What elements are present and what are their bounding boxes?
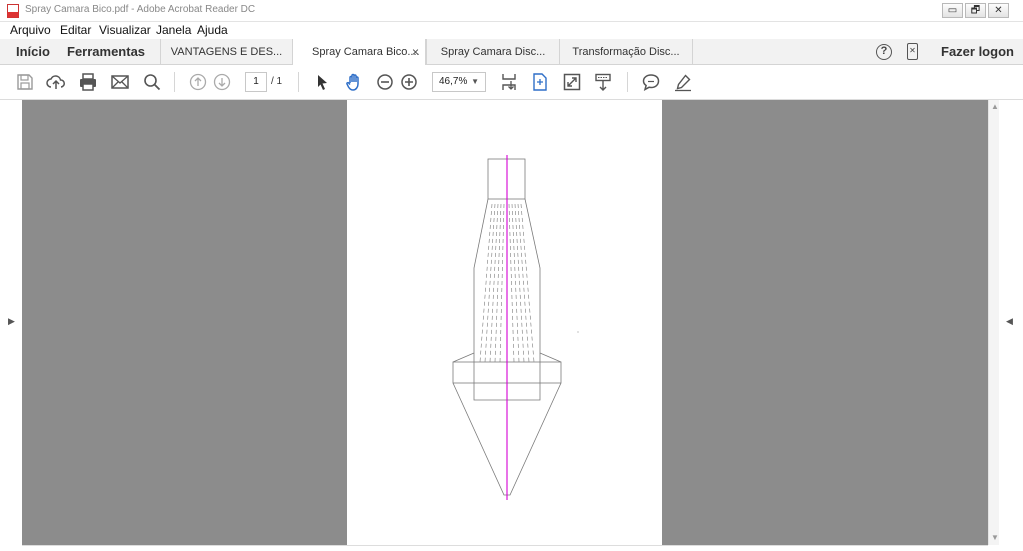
close-tab-icon[interactable]: × [412,45,419,59]
document-tab[interactable]: Transformação Disc... [559,39,693,65]
zoom-select[interactable]: 46,7% ▼ [432,72,486,92]
menu-bar: Arquivo Editar Visualizar Janela Ajuda [0,22,1023,39]
search-icon[interactable] [142,72,162,92]
toolbar: 1 / 1 46,7% ▼ [0,65,1023,100]
document-tab-label: Transformação Disc... [572,46,680,58]
zoom-value: 46,7% [439,76,468,87]
close-window-button[interactable]: ✕ [988,3,1009,18]
toolbar-separator [298,72,299,92]
right-panel: ▲ ▼ ◀ [988,100,1023,551]
left-panel-toggle[interactable]: ▶ [0,100,22,551]
comment-icon[interactable] [641,72,661,92]
document-tab-label: Spray Camara Disc... [440,46,546,58]
print-icon[interactable] [78,72,98,92]
window-title: Spray Camara Bico.pdf - Adobe Acrobat Re… [25,4,256,15]
menu-ajuda[interactable]: Ajuda [197,23,228,37]
vertical-scrollbar[interactable]: ▲ ▼ [988,100,999,545]
document-tab-active[interactable]: Spray Camara Bico.... × [292,39,426,66]
document-tab[interactable]: VANTAGENS E DES... [160,39,292,65]
document-area: ▶ ▲ ▼ ◀ [0,100,1023,551]
document-tab[interactable]: Spray Camara Disc... [426,39,559,65]
tab-home[interactable]: Início [16,44,50,59]
full-screen-icon[interactable] [562,72,582,92]
nozzle-drawing [452,155,579,500]
sign-in-button[interactable]: Fazer logon [941,44,1014,59]
restore-button[interactable]: 🗗 [965,3,986,18]
tab-bar: Início Ferramentas VANTAGENS E DES... Sp… [0,39,1023,66]
pdf-file-icon [7,4,19,18]
scroll-mode-icon[interactable] [499,72,519,92]
page-total: / 1 [271,76,283,87]
toolbar-separator [627,72,628,92]
scroll-down-icon[interactable]: ▼ [991,533,999,542]
help-icon[interactable]: ? [876,44,892,60]
save-icon[interactable] [15,72,35,92]
hand-tool-icon[interactable] [344,72,364,92]
bottom-strip [22,545,988,551]
upload-cloud-icon[interactable] [46,72,66,92]
document-canvas[interactable] [22,100,988,545]
select-arrow-icon[interactable] [312,72,332,92]
document-tab-label: VANTAGENS E DES... [170,46,283,58]
menu-arquivo[interactable]: Arquivo [10,23,51,37]
title-bar: Spray Camara Bico.pdf - Adobe Acrobat Re… [0,0,1023,22]
toolbar-separator [174,72,175,92]
expand-right-panel-icon[interactable]: ◀ [1006,316,1013,327]
scroll-up-icon[interactable]: ▲ [991,102,999,111]
acrobat-reader-window: Spray Camara Bico.pdf - Adobe Acrobat Re… [0,0,1023,551]
document-tab-label: Spray Camara Bico.... [312,46,420,58]
highlight-pen-icon[interactable] [673,72,693,92]
next-page-icon[interactable] [212,72,232,92]
zoom-in-icon[interactable] [399,72,419,92]
menu-janela[interactable]: Janela [156,23,191,37]
read-mode-icon[interactable] [593,72,613,92]
previous-page-icon[interactable] [188,72,208,92]
expand-left-panel-icon[interactable]: ▶ [8,316,15,327]
chevron-down-icon: ▼ [471,77,479,86]
mobile-link-icon[interactable]: ✕ [907,43,918,60]
page-number-input[interactable]: 1 [245,72,267,92]
minimize-button[interactable]: ▭ [942,3,963,18]
zoom-out-icon[interactable] [375,72,395,92]
menu-visualizar[interactable]: Visualizar [99,23,151,37]
tab-tools[interactable]: Ferramentas [67,44,145,59]
stray-dot [577,331,579,333]
email-icon[interactable] [110,72,130,92]
menu-editar[interactable]: Editar [60,23,91,37]
fit-page-icon[interactable] [530,72,550,92]
pdf-page [347,100,662,545]
